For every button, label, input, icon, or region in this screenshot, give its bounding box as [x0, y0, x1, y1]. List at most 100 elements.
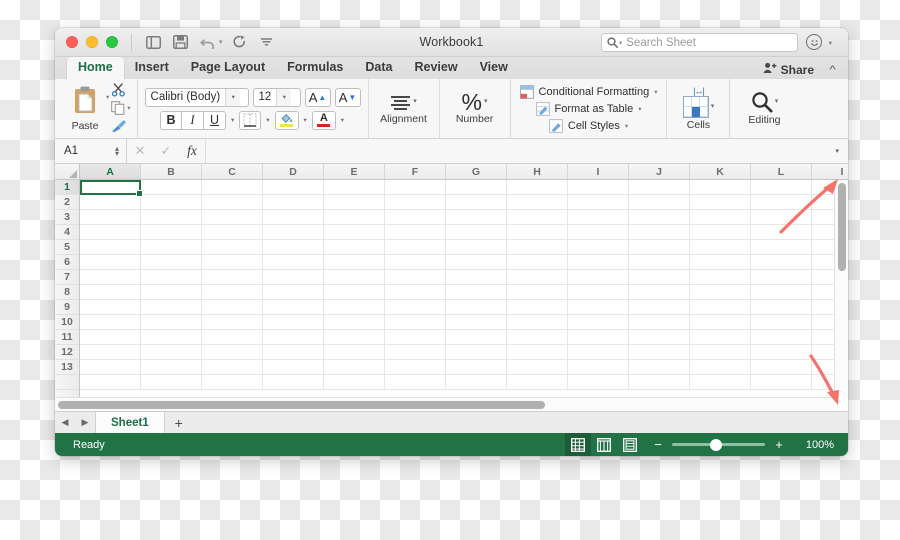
cell-area[interactable]: [80, 180, 848, 411]
feedback-smiley-icon[interactable]: [806, 34, 822, 50]
paste-button[interactable]: Paste: [66, 86, 104, 132]
zoom-in-button[interactable]: +: [774, 437, 784, 452]
cells-dropdown-caret[interactable]: ▾: [711, 97, 715, 117]
column-header-i[interactable]: I: [568, 164, 629, 179]
tab-review[interactable]: Review: [403, 57, 468, 79]
name-box-stepper[interactable]: ▴ ▾: [115, 145, 119, 158]
row-header-1[interactable]: 1: [55, 180, 79, 195]
row-header-10[interactable]: 10: [55, 315, 79, 330]
vertical-scrollbar-thumb[interactable]: [838, 183, 846, 271]
borders-button[interactable]: [239, 110, 262, 130]
undo-dropdown-caret[interactable]: ▾: [219, 38, 223, 46]
confirm-formula-icon[interactable]: ✓: [153, 143, 179, 159]
cell-styles-button[interactable]: Cell Styles ▾: [548, 118, 628, 133]
undo-icon[interactable]: [195, 32, 220, 53]
font-color-button[interactable]: A: [311, 110, 336, 130]
column-header-h[interactable]: H: [507, 164, 568, 179]
underline-dropdown-caret[interactable]: ▾: [230, 116, 235, 124]
feedback-dropdown-caret[interactable]: ▾: [829, 39, 832, 47]
editing-button[interactable]: ▾ Editing: [738, 82, 790, 136]
search-box[interactable]: ▾: [601, 33, 798, 52]
column-header-l[interactable]: L: [751, 164, 812, 179]
sheet-tab-sheet1[interactable]: Sheet1: [95, 412, 165, 433]
customize-toolbar-icon[interactable]: [254, 32, 279, 53]
column-header-k[interactable]: K: [690, 164, 751, 179]
grow-font-button[interactable]: A ▲: [304, 87, 331, 107]
alignment-button[interactable]: ▾ Alignment: [377, 82, 431, 136]
conditional-formatting-caret[interactable]: ▾: [654, 88, 657, 96]
tab-data[interactable]: Data: [354, 57, 403, 79]
row-header-14-partial[interactable]: [55, 375, 79, 390]
search-scope-caret[interactable]: ▾: [619, 39, 622, 47]
horizontal-scrollbar[interactable]: [55, 397, 834, 411]
name-box[interactable]: A1 ▴ ▾: [55, 139, 127, 163]
fill-color-button[interactable]: [274, 110, 299, 130]
editing-dropdown-caret[interactable]: ▾: [775, 92, 779, 112]
column-header-d[interactable]: D: [263, 164, 324, 179]
number-format-button[interactable]: % ▾ Number: [448, 82, 502, 136]
collapse-ribbon-icon[interactable]: ^: [829, 64, 835, 76]
select-all-corner[interactable]: [55, 164, 80, 179]
underline-button[interactable]: U: [204, 110, 226, 130]
zoom-slider-thumb[interactable]: [710, 438, 722, 451]
column-header-e[interactable]: E: [324, 164, 385, 179]
tab-view[interactable]: View: [469, 57, 519, 79]
page-break-view-icon[interactable]: [617, 433, 643, 456]
row-header-3[interactable]: 3: [55, 210, 79, 225]
normal-view-icon[interactable]: [565, 433, 591, 456]
row-header-7[interactable]: 7: [55, 270, 79, 285]
column-header-a[interactable]: A: [80, 164, 141, 179]
next-sheet-icon[interactable]: ▶: [75, 412, 95, 433]
formula-input[interactable]: [205, 139, 848, 163]
expand-formula-bar-icon[interactable]: ▾: [835, 147, 839, 155]
conditional-formatting-button[interactable]: Conditional Formatting ▾: [519, 84, 657, 99]
vertical-scrollbar[interactable]: [834, 180, 848, 397]
sidebar-toggle-icon[interactable]: [141, 32, 166, 53]
insert-function-icon[interactable]: fx: [179, 143, 205, 159]
close-window-button[interactable]: [66, 36, 78, 48]
minimize-window-button[interactable]: [86, 36, 98, 48]
column-header-f[interactable]: F: [385, 164, 446, 179]
save-icon[interactable]: [168, 32, 193, 53]
page-layout-view-icon[interactable]: [591, 433, 617, 456]
row-header-8[interactable]: 8: [55, 285, 79, 300]
borders-dropdown-caret[interactable]: ▾: [265, 116, 270, 124]
zoom-out-button[interactable]: −: [653, 437, 663, 452]
font-name-select[interactable]: Calibri (Body) ▾: [144, 87, 249, 107]
column-header-j[interactable]: J: [629, 164, 690, 179]
tab-home[interactable]: Home: [67, 57, 124, 79]
previous-sheet-icon[interactable]: ◀: [55, 412, 75, 433]
cells-button[interactable]: |↔| ▾ Cells: [675, 82, 721, 136]
format-as-table-caret[interactable]: ▾: [638, 105, 641, 113]
zoom-slider[interactable]: [672, 438, 765, 451]
copy-button[interactable]: ▾: [111, 100, 131, 115]
cell-styles-caret[interactable]: ▾: [625, 122, 628, 130]
cancel-formula-icon[interactable]: ✕: [127, 143, 153, 159]
font-color-dropdown-caret[interactable]: ▾: [340, 116, 345, 124]
number-dropdown-caret[interactable]: ▾: [484, 92, 488, 112]
column-header-m[interactable]: I: [812, 164, 848, 179]
share-button[interactable]: Share: [763, 62, 814, 77]
copy-dropdown-caret[interactable]: ▾: [127, 104, 130, 112]
tab-page-layout[interactable]: Page Layout: [180, 57, 276, 79]
row-header-12[interactable]: 12: [55, 345, 79, 360]
tab-formulas[interactable]: Formulas: [276, 57, 354, 79]
search-input[interactable]: [626, 36, 792, 49]
horizontal-scrollbar-thumb[interactable]: [58, 401, 545, 409]
paste-dropdown-caret[interactable]: ▾: [106, 93, 109, 101]
row-header-2[interactable]: 2: [55, 195, 79, 210]
font-size-select[interactable]: 12 ▾: [252, 87, 301, 107]
row-header-9[interactable]: 9: [55, 300, 79, 315]
font-name-caret[interactable]: ▾: [225, 88, 241, 106]
shrink-font-button[interactable]: A ▼: [334, 87, 361, 107]
bold-button[interactable]: B: [160, 110, 182, 130]
cut-button[interactable]: [111, 82, 130, 97]
font-size-caret[interactable]: ▾: [276, 88, 292, 106]
tab-insert[interactable]: Insert: [124, 57, 180, 79]
italic-button[interactable]: I: [182, 110, 204, 130]
row-header-4[interactable]: 4: [55, 225, 79, 240]
redo-icon[interactable]: [227, 32, 252, 53]
row-header-6[interactable]: 6: [55, 255, 79, 270]
format-painter-button[interactable]: [111, 118, 130, 133]
column-header-b[interactable]: B: [141, 164, 202, 179]
